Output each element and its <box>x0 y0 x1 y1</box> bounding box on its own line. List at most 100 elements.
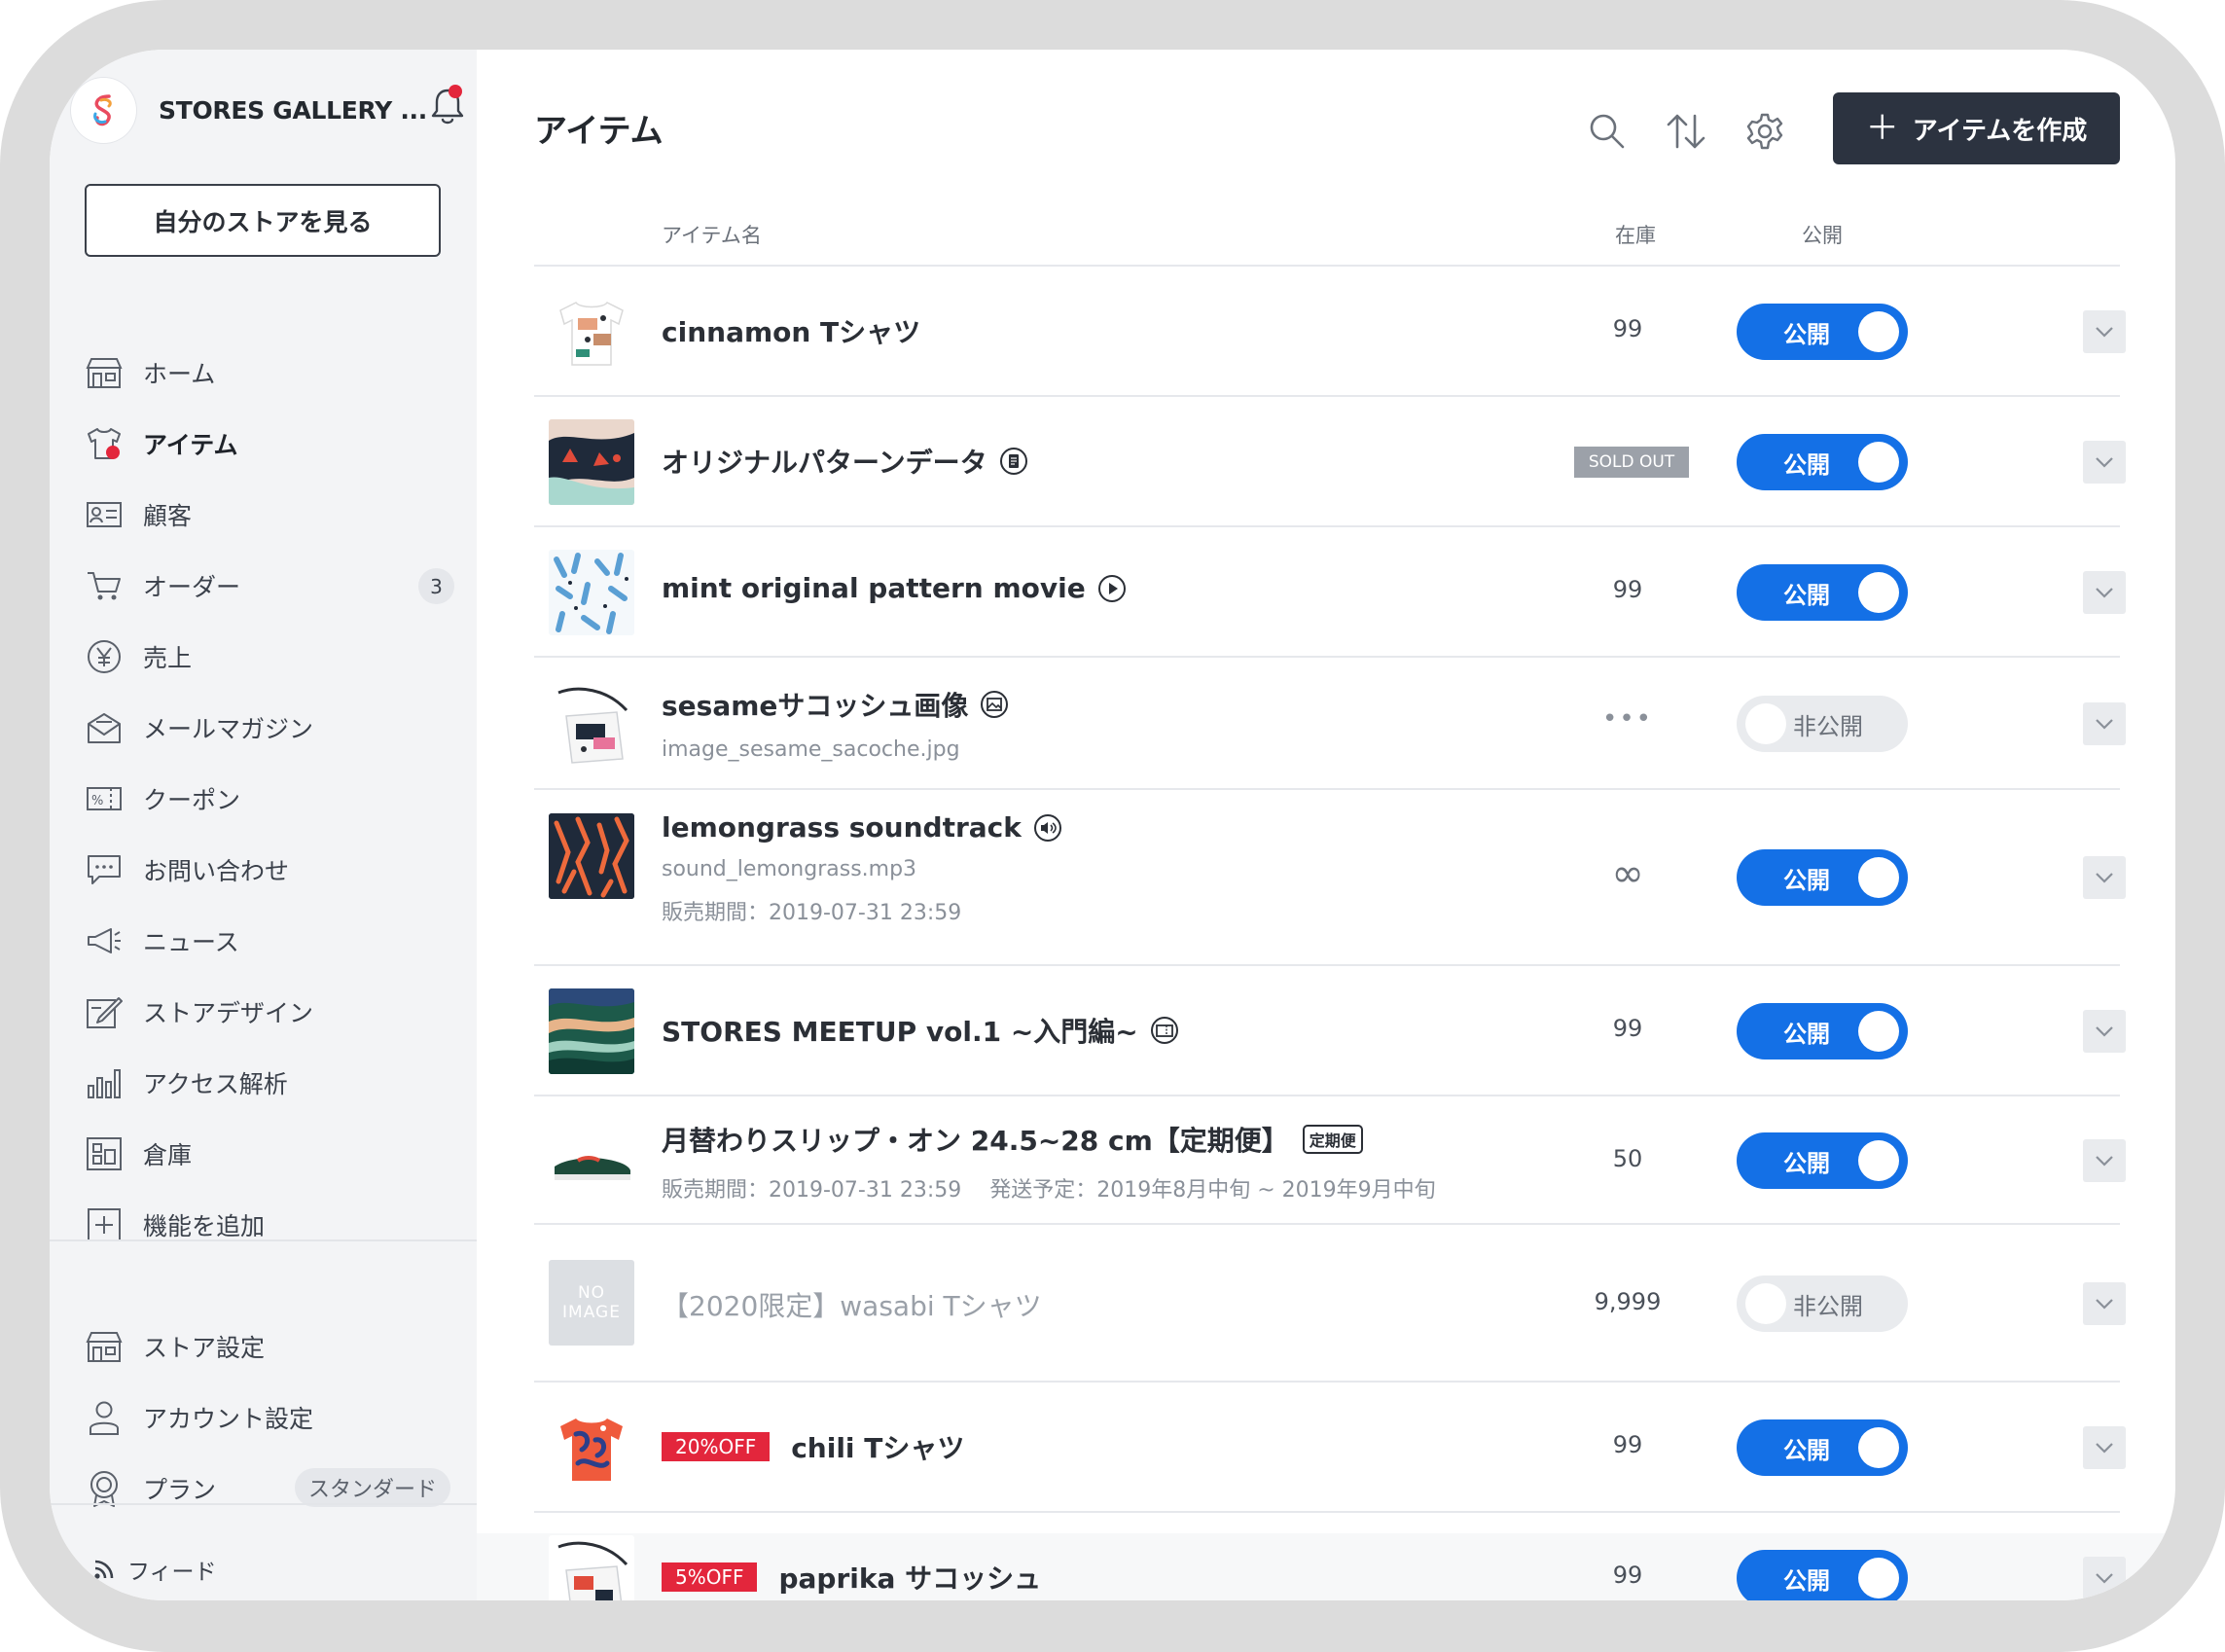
sidebar-item-inquiries[interactable]: お問い合わせ <box>85 843 454 897</box>
stock-loading-dots: ••• <box>1601 704 1653 734</box>
order-count-badge: 3 <box>418 568 454 604</box>
sidebar-item-news[interactable]: ニュース <box>85 914 454 968</box>
stock-value: 99 <box>1612 1562 1643 1589</box>
chevron-down-icon[interactable] <box>2083 1557 2126 1599</box>
item-name[interactable]: オリジナルパターンデータ <box>662 442 1028 481</box>
table-row[interactable]: 20%OFF chili Tシャツ 99 公開 <box>534 1383 2126 1513</box>
item-thumbnail <box>549 1405 634 1490</box>
item-name-text: mint original pattern movie <box>662 572 1086 604</box>
publish-toggle[interactable]: 公開 <box>1737 1550 1908 1600</box>
sidebar-item-coupons[interactable]: % クーポン <box>85 772 454 826</box>
toggle-knob <box>1858 1427 1899 1468</box>
publish-toggle[interactable]: 公開 <box>1737 1132 1908 1189</box>
column-header-stock[interactable]: 在庫 <box>1615 220 1656 249</box>
item-name[interactable]: STORES MEETUP vol.1 ~入門編~ <box>662 1011 1179 1050</box>
publish-toggle[interactable]: 公開 <box>1737 1003 1908 1059</box>
item-file-name: sound_lemongrass.mp3 <box>662 857 917 881</box>
table-row[interactable]: sesameサコッシュ画像 image_sesame_sacoche.jpg •… <box>534 658 2126 790</box>
publish-toggle[interactable]: 公開 <box>1737 1419 1908 1476</box>
sort-icon[interactable] <box>1663 108 1709 155</box>
sidebar-item-sales[interactable]: 売上 <box>85 629 454 684</box>
column-header-publish[interactable]: 公開 <box>1802 220 1843 249</box>
table-row[interactable]: lemongrass soundtrack sound_lemongrass.m… <box>534 790 2126 966</box>
warehouse-icon <box>85 1134 124 1173</box>
device-frame: STORES GALLERY ... 自分のストアを見る ホーム アイテム 顧客… <box>0 0 2225 1652</box>
item-name[interactable]: mint original pattern movie <box>662 572 1127 604</box>
chevron-down-icon[interactable] <box>2083 310 2126 353</box>
sidebar-item-mail-magazine[interactable]: メールマガジン <box>85 700 454 755</box>
sidebar-item-store-design[interactable]: ストアデザイン <box>85 985 454 1039</box>
gear-icon[interactable] <box>1741 108 1788 155</box>
person-icon <box>85 1398 124 1437</box>
sidebar-item-customers[interactable]: 顧客 <box>85 487 454 542</box>
item-name[interactable]: 【2020限定】wasabi Tシャツ <box>662 1285 1042 1324</box>
table-row[interactable]: オリジナルパターンデータ SOLD OUT 公開 <box>534 397 2126 527</box>
table-row[interactable]: cinnamon Tシャツ 99 公開 <box>534 267 2126 397</box>
table-row[interactable]: mint original pattern movie 99 公開 <box>534 527 2126 658</box>
item-name[interactable]: lemongrass soundtrack <box>662 811 1062 844</box>
stores-logo-icon[interactable] <box>71 77 136 143</box>
item-name[interactable]: 月替わりスリップ・オン 24.5~28 cm【定期便】 定期便 <box>662 1120 1436 1159</box>
table-row[interactable]: 月替わりスリップ・オン 24.5~28 cm【定期便】 定期便 販売期間：201… <box>534 1096 2126 1225</box>
sidebar-item-plan[interactable]: プラン スタンダード <box>85 1461 454 1516</box>
chevron-down-icon[interactable] <box>2083 856 2126 899</box>
publish-toggle-label: 非公開 <box>1793 712 1863 740</box>
sidebar-item-label: プラン <box>143 1476 217 1504</box>
create-item-button[interactable]: ＋ アイテムを作成 <box>1833 92 2120 164</box>
chevron-down-icon[interactable] <box>2083 1139 2126 1182</box>
store-header: STORES GALLERY ... <box>71 77 464 143</box>
item-thumbnail <box>549 988 634 1074</box>
column-header-name[interactable]: アイテム名 <box>662 220 762 249</box>
sidebar-item-label: ホーム <box>143 360 216 388</box>
sidebar-item-add-feature[interactable]: 機能を追加 <box>85 1198 454 1252</box>
publish-toggle[interactable]: 公開 <box>1737 304 1908 360</box>
feed-link[interactable]: フィード <box>92 1553 217 1586</box>
sidebar-item-warehouse[interactable]: 倉庫 <box>85 1127 454 1181</box>
sidebar-divider <box>50 1239 477 1241</box>
toggle-knob <box>1858 857 1899 898</box>
publish-toggle[interactable]: 非公開 <box>1737 696 1908 752</box>
view-my-store-button[interactable]: 自分のストアを見る <box>85 184 441 257</box>
chevron-down-icon[interactable] <box>2083 441 2126 484</box>
table-row[interactable]: STORES MEETUP vol.1 ~入門編~ 99 公開 <box>534 966 2126 1096</box>
chevron-down-icon[interactable] <box>2083 1282 2126 1325</box>
sidebar-item-label: アクセス解析 <box>143 1070 288 1098</box>
sidebar-item-analytics[interactable]: アクセス解析 <box>85 1056 454 1110</box>
plan-badge: スタンダード <box>295 1468 450 1507</box>
chevron-down-icon[interactable] <box>2083 571 2126 614</box>
yen-icon <box>85 637 124 676</box>
stock-value: 99 <box>1612 576 1643 603</box>
chat-icon <box>85 850 124 889</box>
item-name[interactable]: cinnamon Tシャツ <box>662 311 920 350</box>
item-name-text: lemongrass soundtrack <box>662 811 1022 844</box>
table-row[interactable]: NO IMAGE 【2020限定】wasabi Tシャツ 9,999 非公開 <box>534 1225 2126 1383</box>
feed-label: フィード <box>127 1560 217 1585</box>
search-icon[interactable] <box>1584 108 1631 155</box>
store-name[interactable]: STORES GALLERY ... <box>159 96 427 125</box>
sidebar-item-home[interactable]: ホーム <box>85 345 454 400</box>
publish-toggle-label: 公開 <box>1783 581 1830 609</box>
chevron-down-icon[interactable] <box>2083 1426 2126 1469</box>
table-row[interactable]: 5%OFF paprika サコッシュ 99 公開 <box>534 1513 2126 1600</box>
publish-toggle[interactable]: 公開 <box>1737 564 1908 621</box>
sidebar-item-account-settings[interactable]: アカウント設定 <box>85 1390 454 1445</box>
sidebar-item-orders[interactable]: オーダー 3 <box>85 558 454 613</box>
item-sale-period: 販売期間：2019-07-31 23:59 発送予定：2019年8月中旬 ~ 2… <box>662 1178 1436 1203</box>
sidebar-item-items[interactable]: アイテム <box>85 416 454 471</box>
chevron-down-icon[interactable] <box>2083 1010 2126 1053</box>
item-name-text: オリジナルパターンデータ <box>662 447 987 479</box>
no-image-text: NO <box>577 1283 606 1303</box>
sidebar-item-store-settings[interactable]: ストア設定 <box>85 1319 454 1374</box>
publish-toggle[interactable]: 非公開 <box>1737 1275 1908 1332</box>
sidebar-item-label: 顧客 <box>143 502 193 530</box>
item-name[interactable]: sesameサコッシュ画像 <box>662 685 1009 724</box>
publish-toggle[interactable]: 公開 <box>1737 434 1908 490</box>
item-name[interactable]: 5%OFF paprika サコッシュ <box>662 1558 1041 1597</box>
store-icon <box>85 1327 124 1366</box>
publish-toggle[interactable]: 公開 <box>1737 849 1908 906</box>
sidebar-item-label: アイテム <box>143 431 238 459</box>
sold-out-badge: SOLD OUT <box>1574 447 1689 478</box>
item-name[interactable]: 20%OFF chili Tシャツ <box>662 1427 964 1466</box>
chevron-down-icon[interactable] <box>2083 702 2126 745</box>
sidebar-item-label: クーポン <box>143 786 241 814</box>
